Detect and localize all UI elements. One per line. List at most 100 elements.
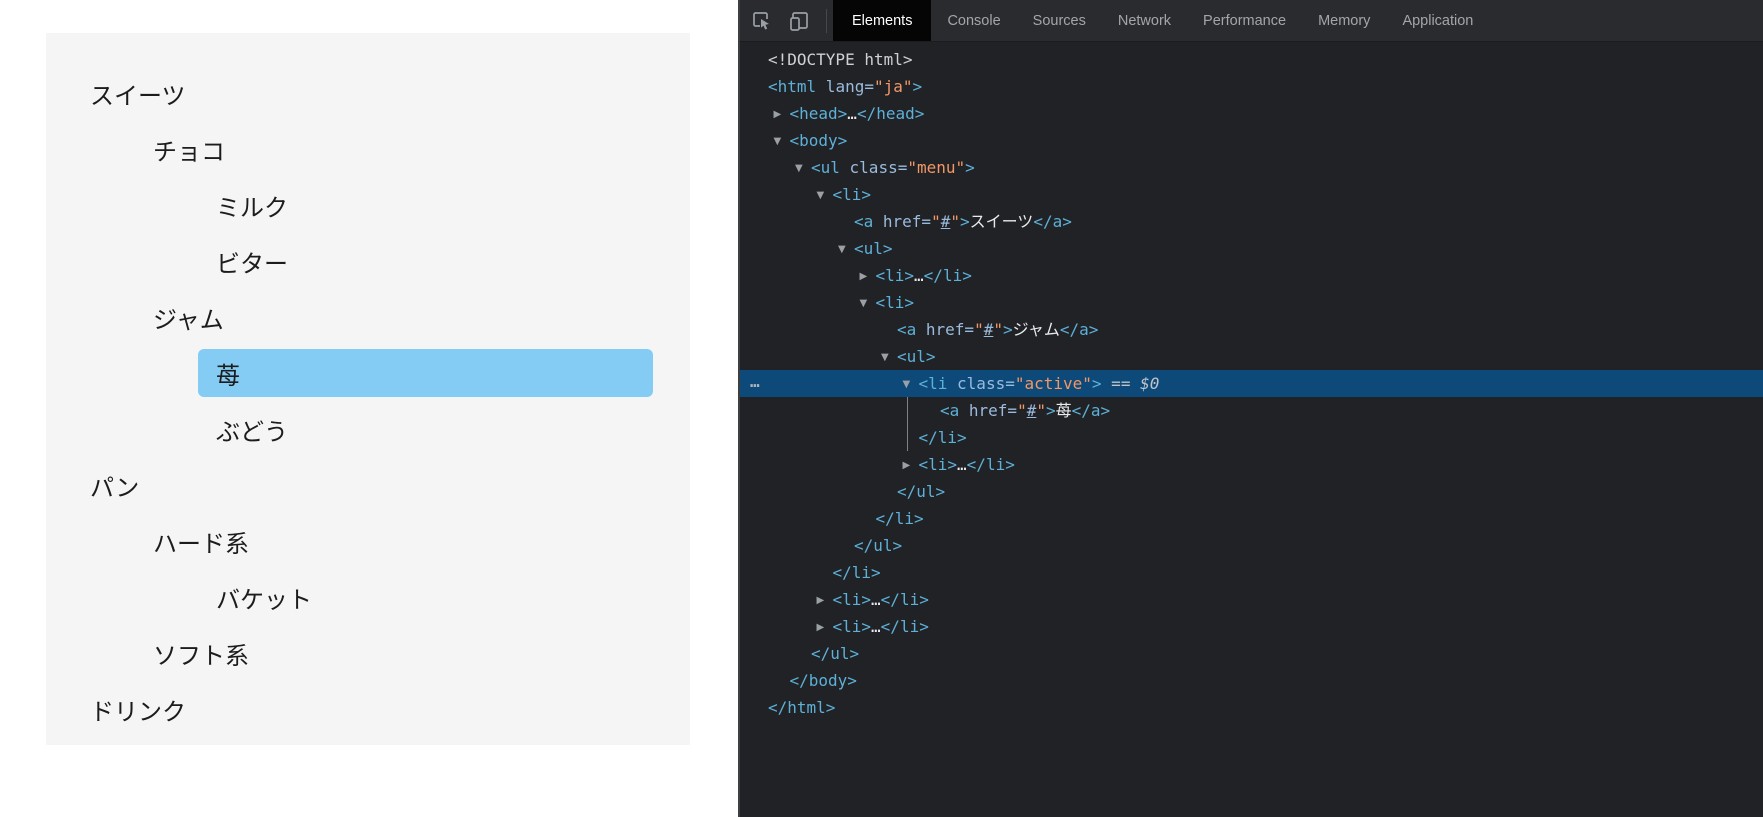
- token-tag: >: [960, 212, 970, 231]
- menu-row: バケット: [198, 569, 653, 625]
- more-actions-icon[interactable]: …: [750, 368, 761, 395]
- dom-tree-line[interactable]: <a href="#">ジャム</a>: [740, 316, 1763, 343]
- dom-tree-line[interactable]: ▶<li>…</li>: [740, 262, 1763, 289]
- dom-tree-line[interactable]: ▶<li>…</li>: [740, 586, 1763, 613]
- menu-row: スイーツ: [72, 65, 653, 121]
- dom-tree-line[interactable]: <a href="#">苺</a>: [740, 397, 1763, 424]
- menu-link[interactable]: ドリンク: [72, 685, 653, 733]
- token-tag: <a: [854, 212, 873, 231]
- dom-tree-line[interactable]: </ul>: [740, 532, 1763, 559]
- tab-application[interactable]: Application: [1386, 0, 1489, 41]
- token-tag: >: [965, 158, 975, 177]
- dom-tree-line[interactable]: ▶<head>…</head>: [740, 100, 1763, 127]
- dom-tree-line[interactable]: ▼<ul>: [740, 343, 1763, 370]
- token-tag: <ul: [811, 158, 840, 177]
- dom-tree-line[interactable]: ▼<li>: [740, 181, 1763, 208]
- dom-tree-line[interactable]: </li>: [740, 505, 1763, 532]
- menu-link[interactable]: スイーツ: [72, 69, 653, 117]
- expand-arrow-down-icon[interactable]: ▼: [774, 128, 790, 155]
- menu-link[interactable]: バケット: [198, 573, 653, 621]
- dom-tree-line[interactable]: </html>: [740, 694, 1763, 721]
- token-tag: </li>: [919, 428, 967, 447]
- menu-link[interactable]: ミルク: [198, 181, 653, 229]
- expand-arrow-right-icon[interactable]: ▶: [860, 263, 876, 290]
- dom-tree-line[interactable]: ▼<body>: [740, 127, 1763, 154]
- expand-arrow-down-icon[interactable]: ▼: [903, 371, 919, 398]
- menu-link[interactable]: ぶどう: [198, 405, 653, 453]
- dom-tree-line[interactable]: ▼<ul>: [740, 235, 1763, 262]
- token-meta: <!DOCTYPE html>: [768, 50, 913, 69]
- dom-tree-line[interactable]: ▶<li>…</li>: [740, 613, 1763, 640]
- token-val: ": [1036, 401, 1046, 420]
- tab-elements[interactable]: Elements: [833, 0, 931, 41]
- expand-arrow-down-icon[interactable]: ▼: [838, 236, 854, 263]
- token-val: ": [993, 320, 1003, 339]
- expand-arrow-down-icon[interactable]: ▼: [795, 155, 811, 182]
- token-tag: >: [913, 77, 923, 96]
- dom-tree-line[interactable]: </li>: [740, 559, 1763, 586]
- token-tag: </ul>: [811, 644, 859, 663]
- dom-tree-line-selected[interactable]: …▼<li class="active"> == $0: [740, 370, 1763, 397]
- device-toolbar-icon[interactable]: [786, 7, 814, 35]
- token-val: "active": [1015, 374, 1092, 393]
- expand-arrow-down-icon[interactable]: ▼: [817, 182, 833, 209]
- token-txt: …: [871, 590, 881, 609]
- dom-tree-line[interactable]: </ul>: [740, 640, 1763, 667]
- menu-link[interactable]: チョコ: [135, 125, 653, 173]
- expand-arrow-right-icon[interactable]: ▶: [817, 614, 833, 641]
- dom-tree-line[interactable]: </ul>: [740, 478, 1763, 505]
- menu-link[interactable]: ソフト系: [135, 629, 653, 677]
- menu-link[interactable]: ジャム: [135, 293, 653, 341]
- dom-tree-line[interactable]: ▼<li>: [740, 289, 1763, 316]
- expand-arrow-right-icon[interactable]: ▶: [774, 101, 790, 128]
- token-tag: </head>: [857, 104, 924, 123]
- devtools-panel: ElementsConsoleSourcesNetworkPerformance…: [738, 0, 1763, 817]
- menu-link[interactable]: パン: [72, 461, 653, 509]
- token-attr: lang=: [816, 77, 874, 96]
- dom-tree-line[interactable]: </li>: [740, 424, 1763, 451]
- token-txt: ジャム: [1013, 320, 1060, 339]
- token-txt: 苺: [1056, 401, 1072, 420]
- token-tag: <li>: [919, 455, 958, 474]
- token-val: ": [1017, 401, 1027, 420]
- dom-tree-line[interactable]: <!DOCTYPE html>: [740, 46, 1763, 73]
- token-txt: …: [847, 104, 857, 123]
- token-tag: </a>: [1060, 320, 1099, 339]
- menu-panel: スイーツチョコミルクビタージャム苺ぶどうパンハード系バケットソフト系ドリンク: [46, 33, 690, 745]
- dom-tree: <!DOCTYPE html> <html lang="ja">▶<head>…<…: [740, 42, 1763, 721]
- token-attr: href=: [873, 212, 931, 231]
- token-link: #: [984, 320, 994, 339]
- dom-tree-line[interactable]: ▼<ul class="menu">: [740, 154, 1763, 181]
- token-tag: >: [1046, 401, 1056, 420]
- dom-tree-line[interactable]: <a href="#">スイーツ</a>: [740, 208, 1763, 235]
- token-attr: href=: [959, 401, 1017, 420]
- expand-arrow-right-icon[interactable]: ▶: [903, 452, 919, 479]
- menu-row: ジャム: [135, 289, 653, 345]
- inspect-icon[interactable]: [748, 7, 776, 35]
- tab-performance[interactable]: Performance: [1187, 0, 1302, 41]
- tab-sources[interactable]: Sources: [1017, 0, 1102, 41]
- tab-console[interactable]: Console: [931, 0, 1016, 41]
- menu-row: チョコ: [135, 121, 653, 177]
- toolbar-divider: [826, 9, 827, 33]
- token-tag: <body>: [790, 131, 848, 150]
- token-txt: …: [914, 266, 924, 285]
- expand-arrow-right-icon[interactable]: ▶: [817, 587, 833, 614]
- tab-memory[interactable]: Memory: [1302, 0, 1386, 41]
- menu-link[interactable]: ビター: [198, 237, 653, 285]
- tab-network[interactable]: Network: [1102, 0, 1187, 41]
- menu-link-active[interactable]: 苺: [198, 349, 653, 397]
- token-tag: <li>: [876, 293, 915, 312]
- token-tag: <li: [919, 374, 948, 393]
- dom-tree-line[interactable]: <html lang="ja">: [740, 73, 1763, 100]
- expand-arrow-down-icon[interactable]: ▼: [881, 344, 897, 371]
- token-marker: == $0: [1102, 374, 1160, 393]
- token-tag: </ul>: [897, 482, 945, 501]
- dom-tree-line[interactable]: ▶<li>…</li>: [740, 451, 1763, 478]
- token-txt: …: [957, 455, 967, 474]
- expand-arrow-down-icon[interactable]: ▼: [860, 290, 876, 317]
- token-val: "menu": [907, 158, 965, 177]
- dom-tree-line[interactable]: </body>: [740, 667, 1763, 694]
- menu-link[interactable]: ハード系: [135, 517, 653, 565]
- menu-row: ぶどう: [198, 401, 653, 457]
